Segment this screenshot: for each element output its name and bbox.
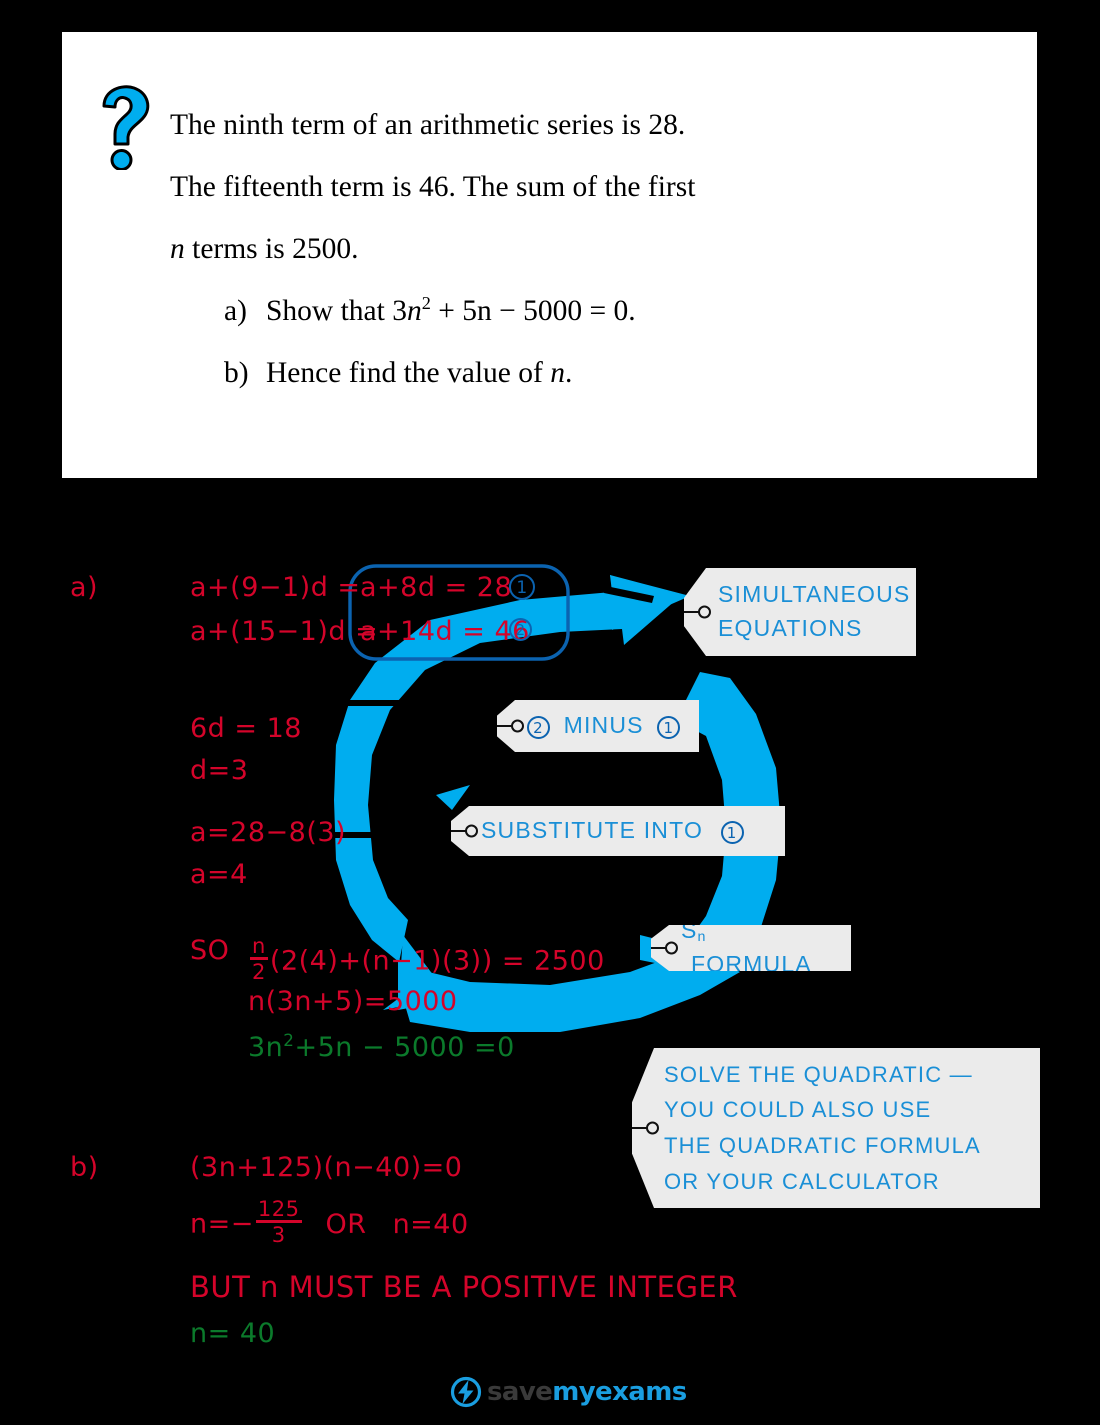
sn-formula-label: FORMULA — [691, 951, 812, 978]
working-roots-second: n=40 — [392, 1208, 469, 1240]
lightning-bolt-circle-icon — [450, 1376, 482, 1408]
question-line-3-rest: terms is 2500. — [184, 233, 359, 265]
fraction-numerator: n — [252, 933, 266, 958]
sn-formula-tag[interactable]: Sn FORMULA — [651, 925, 851, 971]
roots-fraction-denominator: 3 — [271, 1222, 286, 1248]
substitute-tag-eyelet — [465, 824, 478, 838]
circled-number-2: 2 — [509, 618, 532, 641]
simultaneous-equations-line-1: SIMULTANEOUS — [718, 581, 911, 608]
substitute-tag-circled-1: 1 — [720, 820, 744, 844]
question-line-2: The fifteenth term is 46. The sum of the… — [170, 171, 696, 203]
working-line-quadratic-lead: 3n — [248, 1032, 284, 1063]
solve-quadratic-tag-text: SOLVE THE QUADRATIC — YOU COULD ALSO USE… — [632, 1057, 999, 1200]
simultaneous-equations-tag[interactable]: SIMULTANEOUS EQUATIONS — [684, 568, 916, 656]
sn-symbol: S — [681, 917, 698, 944]
working-line-d: d=3 — [190, 755, 249, 786]
question-part-b: b) Hence find the value of n. — [224, 342, 990, 404]
question-part-b-var: n — [550, 357, 565, 389]
working-roots-or: OR — [325, 1208, 367, 1240]
solve-quadratic-line-4: OR YOUR CALCULATOR — [664, 1168, 940, 1194]
substitute-tag-text: SUBSTITUTE INTO 1 — [451, 814, 762, 848]
working-line-quadratic: 3n2+5n − 5000 =0 — [248, 1032, 515, 1063]
sn-subscript: n — [697, 929, 707, 946]
working-part-a-label: a) — [70, 572, 99, 603]
working-line-a1-left: a+(9−1)d = — [190, 572, 361, 603]
working-part-b-label: b) — [70, 1152, 99, 1183]
working-line-quadratic-rest: +5n − 5000 =0 — [294, 1032, 515, 1063]
question-part-b-post: . — [564, 357, 573, 389]
solve-quadratic-line-2: YOU COULD ALSO USE — [664, 1097, 932, 1123]
simultaneous-equations-line-2: EQUATIONS — [718, 615, 863, 641]
working-line-a1-boxed: a+8d = 28 — [360, 572, 513, 603]
question-card: The ninth term of an arithmetic series i… — [62, 32, 1037, 478]
question-part-b-label: b) — [224, 357, 249, 389]
logo-wordmark: savemyexams — [487, 1377, 687, 1407]
question-part-a-pre: Show that 3 — [266, 295, 407, 327]
question-mark-icon — [102, 85, 150, 170]
fraction-n-over-2: n2 — [250, 935, 268, 983]
working-line-factored: (3n+125)(n−40)=0 — [190, 1152, 463, 1183]
working-line-quadratic-exponent: 2 — [283, 1030, 295, 1050]
substitute-tag-label: SUBSTITUTE INTO — [481, 817, 704, 844]
working-line-constraint: BUT n MUST BE A POSITIVE INTEGER — [190, 1270, 738, 1304]
working-line-a-substitution: a=28−8(3) — [190, 817, 347, 848]
question-part-a: a) Show that 3n2 + 5n − 5000 = 0. — [224, 280, 990, 342]
sn-tag-eyelet — [665, 941, 678, 955]
working-eqnum-2: 2 — [509, 618, 532, 641]
solve-quadratic-tag[interactable]: SOLVE THE QUADRATIC — YOU COULD ALSO USE… — [632, 1048, 1040, 1208]
solve-quadratic-line-1: SOLVE THE QUADRATIC — — [664, 1061, 973, 1087]
minus-tag-text: 2 MINUS 1 — [497, 709, 698, 743]
solve-tag-eyelet — [646, 1121, 659, 1135]
working-line-a2-boxed: a+14d = 46 — [360, 616, 530, 647]
logo-word-my: my — [552, 1377, 596, 1407]
question-part-a-label: a) — [224, 295, 247, 327]
fraction-denominator: 2 — [252, 959, 266, 985]
question-line-3-var: n — [170, 233, 185, 265]
minus-tag-eyelet — [511, 719, 524, 733]
logo-word-save: save — [487, 1377, 553, 1407]
minus-tag-circled-1: 1 — [657, 715, 681, 739]
question-part-a-exponent: 2 — [421, 293, 431, 314]
minus-tag[interactable]: 2 MINUS 1 — [497, 700, 699, 752]
working-line-final-answer: n= 40 — [190, 1318, 276, 1349]
roots-fraction-numerator: 125 — [257, 1196, 300, 1221]
question-line-1: The ninth term of an arithmetic series i… — [170, 109, 686, 141]
working-line-expanded: n(3n+5)=5000 — [248, 986, 458, 1017]
save-my-exams-logo: savemyexams — [450, 1375, 687, 1409]
substitute-tag[interactable]: SUBSTITUTE INTO 1 — [451, 806, 785, 856]
working-roots-prefix: n=− — [190, 1208, 254, 1240]
minus-tag-circled-2: 2 — [527, 715, 550, 739]
solve-quadratic-line-3: THE QUADRATIC FORMULA — [664, 1133, 981, 1158]
tag-eyelet — [698, 605, 711, 619]
logo-word-exams: exams — [595, 1377, 687, 1407]
question-line-3: n terms is 2500. — [170, 218, 990, 280]
working-line-sn-equation: n 2 (2(4)+(n−1)(3)) = 2500 — [248, 935, 605, 983]
working-line-roots: n=− 125 3 OR n=40 — [190, 1198, 469, 1246]
working-line-a-value: a=4 — [190, 859, 248, 890]
question-text: The ninth term of an arithmetic series i… — [170, 94, 990, 404]
circled-number-1: 1 — [509, 574, 535, 600]
worked-solution-page: The ninth term of an arithmetic series i… — [0, 0, 1100, 1425]
question-part-b-pre: Hence find the value of — [266, 357, 551, 389]
working-line-so-rest: (2(4)+(n−1)(3)) = 2500 — [269, 945, 605, 977]
question-part-a-post: + 5n − 5000 = 0. — [430, 295, 636, 327]
sn-formula-tag-text: Sn FORMULA — [651, 917, 851, 978]
working-eqnum-1: 1 — [509, 574, 535, 600]
minus-tag-word: MINUS — [563, 712, 644, 739]
question-part-a-var: n — [406, 295, 422, 327]
simultaneous-equations-tag-text: SIMULTANEOUS EQUATIONS — [684, 578, 916, 645]
working-line-so-prefix: SO — [190, 935, 230, 966]
fraction-125-over-3: 125 3 — [255, 1196, 302, 1248]
working-line-6d: 6d = 18 — [190, 713, 302, 744]
working-line-a2-left: a+(15−1)d = — [190, 616, 379, 647]
